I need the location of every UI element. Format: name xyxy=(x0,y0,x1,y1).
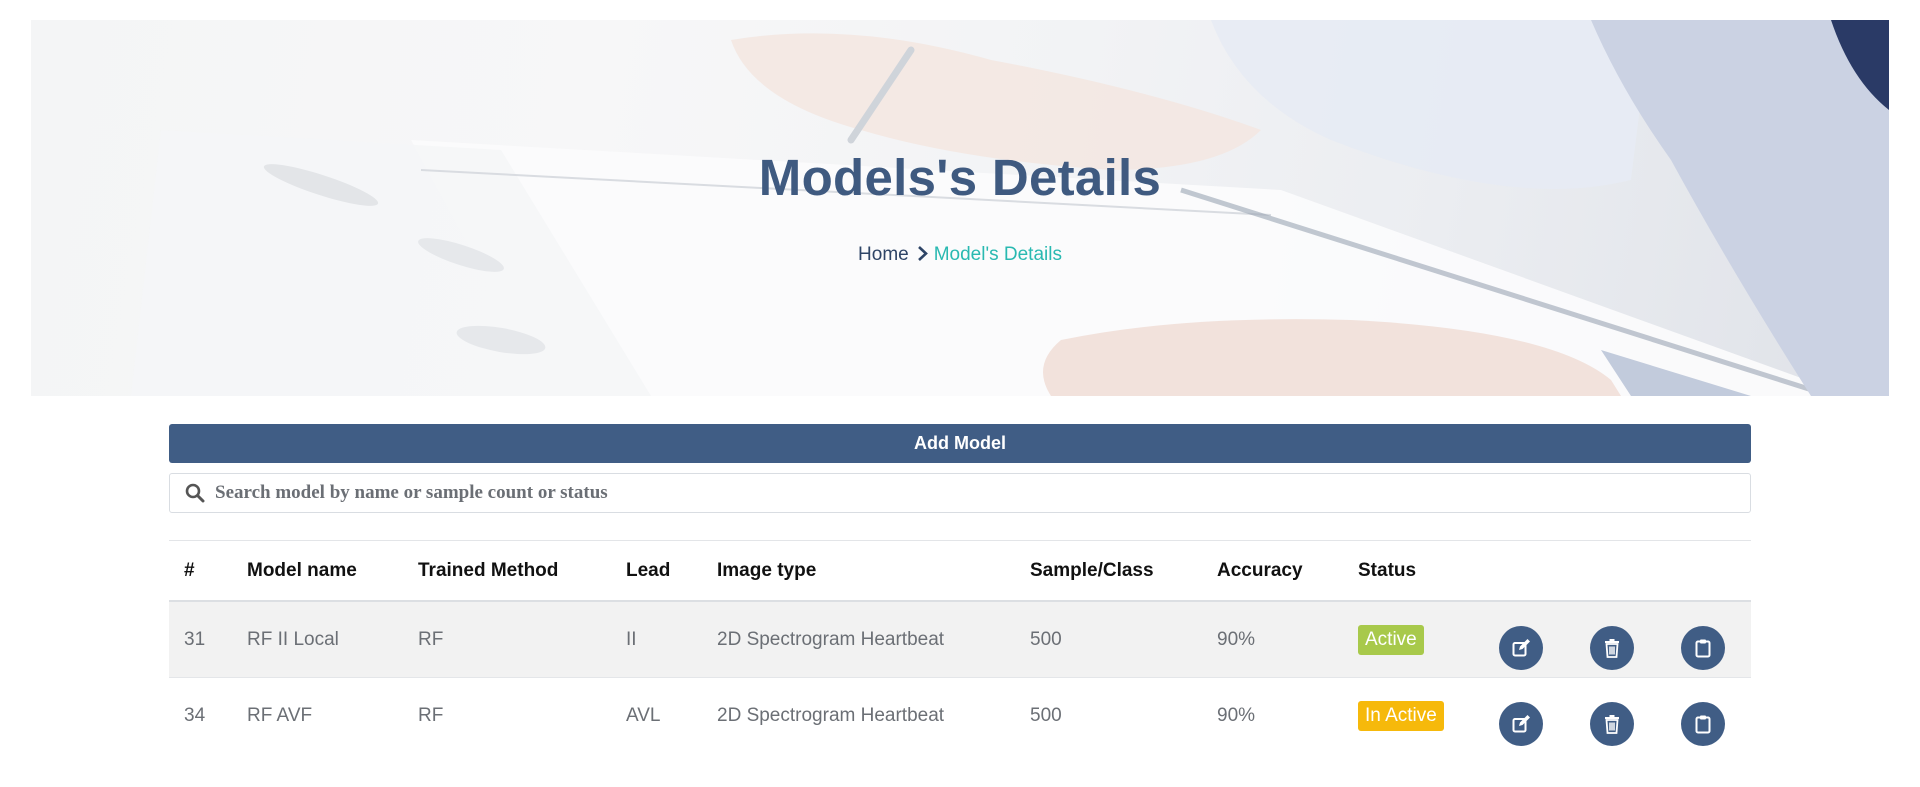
cell-delete xyxy=(1575,601,1666,678)
breadcrumb: Home Model's Details xyxy=(31,244,1889,268)
column-header-id: # xyxy=(169,540,232,602)
column-header-delete xyxy=(1575,540,1666,602)
search-icon xyxy=(185,483,205,503)
search-input[interactable] xyxy=(215,474,1735,512)
chevron-right-icon xyxy=(917,245,928,268)
delete-button[interactable] xyxy=(1590,625,1634,670)
add-model-button[interactable]: Add Model xyxy=(169,424,1751,463)
hero-background-image xyxy=(131,20,1889,396)
edit-icon xyxy=(1512,638,1530,656)
status-badge: Active xyxy=(1358,624,1424,655)
hero-banner: Models's Details Home Model's Details xyxy=(31,20,1889,396)
cell-sample-class: 500 xyxy=(1015,677,1202,753)
edit-icon xyxy=(1512,714,1530,732)
column-header-image-type: Image type xyxy=(702,540,1015,602)
table-header-row: # Model name Trained Method Lead Image t… xyxy=(169,540,1751,602)
column-header-status: Status xyxy=(1343,540,1484,602)
cell-lead: II xyxy=(611,601,702,678)
clipboard-icon xyxy=(1695,715,1711,733)
cell-id: 34 xyxy=(169,677,232,753)
cell-id: 31 xyxy=(169,601,232,678)
column-header-accuracy: Accuracy xyxy=(1202,540,1343,602)
cell-trained-method: RF xyxy=(403,601,611,678)
cell-copy xyxy=(1666,601,1751,678)
table-row: 34 RF AVF RF AVL 2D Spectrogram Heartbea… xyxy=(169,677,1751,753)
cell-status: Active xyxy=(1343,601,1484,678)
copy-button[interactable] xyxy=(1681,701,1725,746)
column-header-sample-class: Sample/Class xyxy=(1015,540,1202,602)
cell-image-type: 2D Spectrogram Heartbeat xyxy=(702,677,1015,753)
breadcrumb-current: Model's Details xyxy=(933,244,1062,265)
cell-model-name: RF II Local xyxy=(232,601,403,678)
delete-button[interactable] xyxy=(1590,701,1634,746)
cell-edit xyxy=(1484,601,1575,678)
breadcrumb-home-link[interactable]: Home xyxy=(858,244,909,265)
column-header-edit xyxy=(1484,540,1575,602)
cell-copy xyxy=(1666,677,1751,753)
column-header-model-name: Model name xyxy=(232,540,403,602)
cell-trained-method: RF xyxy=(403,677,611,753)
search-box xyxy=(169,473,1751,513)
copy-button[interactable] xyxy=(1681,625,1725,670)
cell-image-type: 2D Spectrogram Heartbeat xyxy=(702,601,1015,678)
column-header-copy xyxy=(1666,540,1751,602)
cell-edit xyxy=(1484,677,1575,753)
cell-accuracy: 90% xyxy=(1202,601,1343,678)
column-header-trained-method: Trained Method xyxy=(403,540,611,602)
clipboard-icon xyxy=(1695,639,1711,657)
trash-icon xyxy=(1605,714,1619,734)
status-badge: In Active xyxy=(1358,700,1444,731)
column-header-lead: Lead xyxy=(611,540,702,602)
cell-model-name: RF AVF xyxy=(232,677,403,753)
table-row: 31 RF II Local RF II 2D Spectrogram Hear… xyxy=(169,601,1751,678)
cell-lead: AVL xyxy=(611,677,702,753)
cell-sample-class: 500 xyxy=(1015,601,1202,678)
edit-button[interactable] xyxy=(1499,625,1543,670)
cell-accuracy: 90% xyxy=(1202,677,1343,753)
trash-icon xyxy=(1605,638,1619,658)
models-table: # Model name Trained Method Lead Image t… xyxy=(169,540,1751,753)
edit-button[interactable] xyxy=(1499,701,1543,746)
cell-delete xyxy=(1575,677,1666,753)
cell-status: In Active xyxy=(1343,677,1484,753)
page-title: Models's Details xyxy=(758,149,1162,206)
